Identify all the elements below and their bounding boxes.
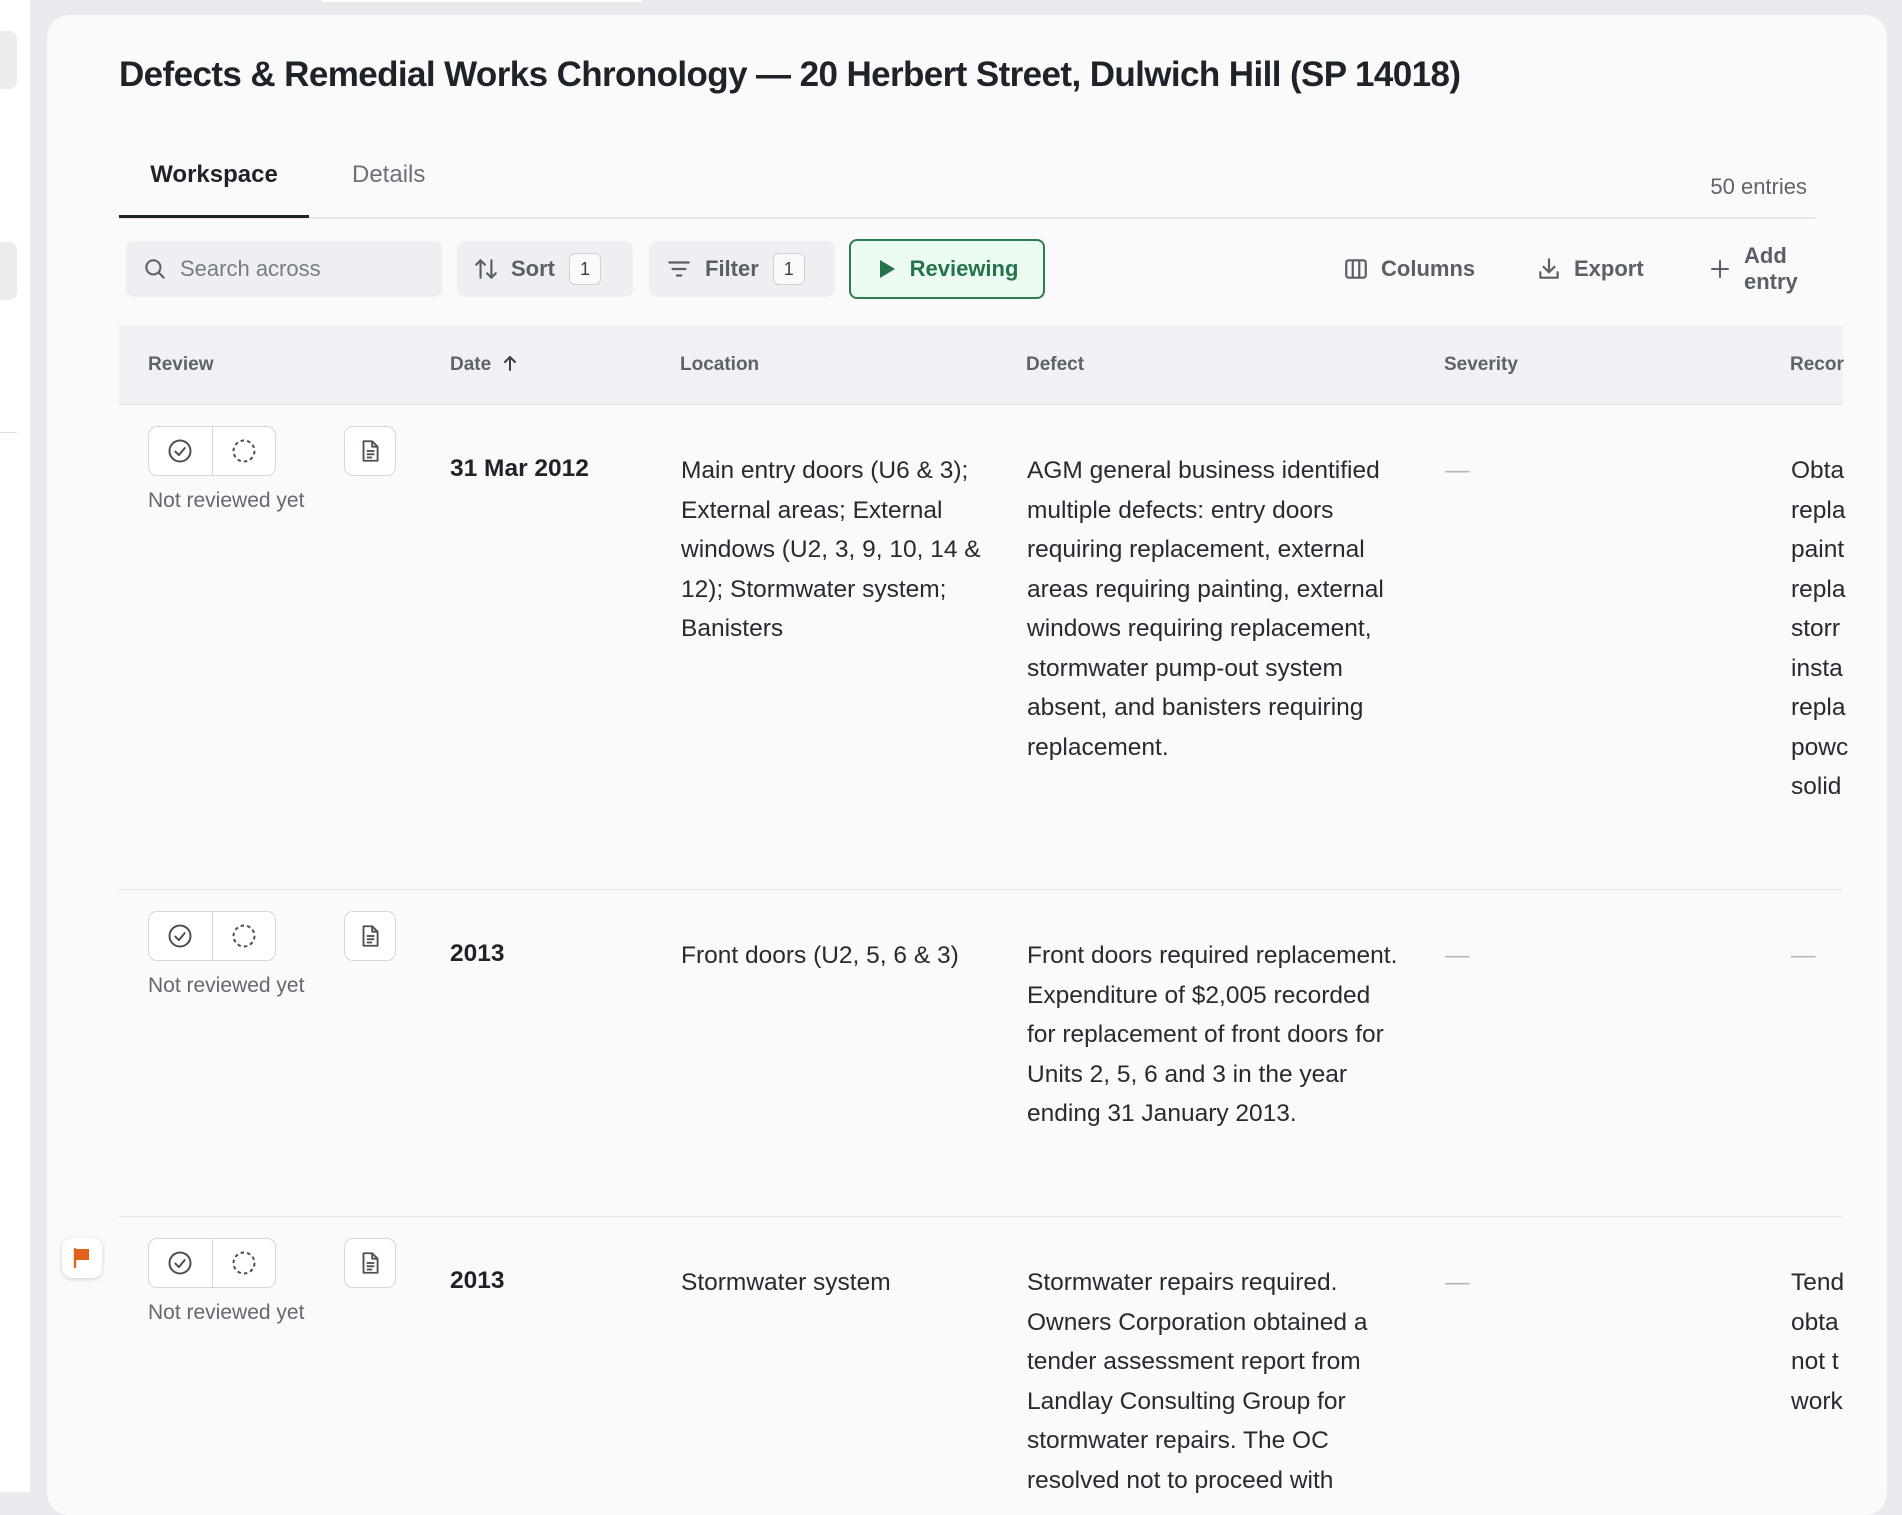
cell-recommendation: Tend obta not t work [1791,1269,1845,1415]
table-header: Review Date Location Defect Severity Rec… [119,326,1844,405]
column-header-date[interactable]: Date [450,354,518,376]
column-header-date-label: Date [450,354,492,375]
table-row[interactable]: Not reviewed yet 31 Mar 2012 Main entry … [119,405,1848,890]
add-entry-button[interactable]: Add entry [1708,241,1826,297]
left-rail [0,0,30,1492]
review-actions [148,1238,276,1288]
reviewing-label: Reviewing [909,256,1019,281]
column-header-location[interactable]: Location [680,354,759,376]
cell-defect: Stormwater repairs required. Owners Corp… [1027,1269,1368,1494]
review-status: Not reviewed yet [148,974,305,997]
arrow-up-icon [502,354,518,372]
sort-count-badge: 1 [569,253,601,285]
sort-icon [473,256,499,282]
columns-icon [1343,256,1369,282]
source-document-button[interactable] [344,1238,396,1288]
tab-workspace[interactable]: Workspace [119,161,309,218]
rail-nub-middle[interactable] [0,242,17,300]
export-button[interactable]: Export [1536,241,1644,297]
dashed-circle-icon [230,1249,258,1277]
cell-location: Front doors (U2, 5, 6 & 3) [681,942,959,969]
check-circle-icon [166,1249,194,1277]
sort-button[interactable]: Sort 1 [457,241,633,297]
column-header-defect[interactable]: Defect [1026,354,1084,376]
document-icon [357,922,383,950]
cell-severity: — [1445,942,1470,969]
columns-label: Columns [1381,256,1476,281]
top-strip [322,0,642,2]
approve-button[interactable] [149,1239,212,1287]
add-entry-label: Add entry [1744,243,1798,294]
filter-button[interactable]: Filter 1 [649,241,835,297]
tab-details[interactable]: Details [352,161,425,189]
pending-button[interactable] [211,912,276,960]
review-actions [148,911,276,961]
search-placeholder: Search across [180,256,321,281]
download-icon [1536,256,1562,282]
cell-location: Main entry doors (U6 & 3); External area… [681,457,981,642]
review-status: Not reviewed yet [148,489,305,512]
entry-count: 50 entries [1710,174,1807,199]
filter-label: Filter [705,256,759,281]
cell-date: 31 Mar 2012 [450,455,589,482]
filter-count-badge: 1 [772,253,805,285]
dashed-circle-icon [230,437,258,465]
check-circle-icon [166,922,194,950]
cell-recommendation: — [1791,942,1816,969]
rail-nub-top[interactable] [0,31,17,89]
cell-defect: Front doors required replacement. Expend… [1027,942,1398,1127]
plus-icon [1708,257,1732,281]
tab-bar: Workspace Details 50 entries [119,143,1815,219]
approve-button[interactable] [149,912,212,960]
source-document-button[interactable] [344,911,396,961]
cell-severity: — [1445,1269,1470,1296]
play-icon [876,257,898,281]
sort-label: Sort [511,256,555,281]
document-icon [357,1249,383,1277]
flag-button[interactable] [62,1238,102,1278]
export-label: Export [1574,256,1644,281]
filter-icon [665,256,693,282]
cell-defect: AGM general business identified multiple… [1027,457,1384,761]
pending-button[interactable] [211,427,276,475]
page-title: Defects & Remedial Works Chronology — 20… [119,55,1461,94]
main-card: Defects & Remedial Works Chronology — 20… [47,15,1887,1515]
check-circle-icon [166,437,194,465]
flag-icon [71,1246,93,1270]
cell-severity: — [1445,457,1470,484]
cell-location: Stormwater system [681,1269,891,1296]
approve-button[interactable] [149,427,212,475]
toolbar: Search across Sort 1 Filter 1 Reviewing [126,238,1826,300]
review-actions [148,426,276,476]
source-document-button[interactable] [344,426,396,476]
pending-button[interactable] [211,1239,276,1287]
table-row[interactable]: Not reviewed yet 2013 Front doors (U2, 5… [119,890,1843,1217]
search-icon [142,256,168,282]
review-status: Not reviewed yet [148,1301,305,1324]
dashed-circle-icon [230,922,258,950]
column-header-recommendation[interactable]: Recor [1790,354,1844,376]
table-row[interactable]: Not reviewed yet 2013 Stormwater system … [62,1217,1844,1515]
cell-date: 2013 [450,940,505,967]
document-icon [357,437,383,465]
cell-date: 2013 [450,1267,505,1294]
column-header-review[interactable]: Review [148,354,213,376]
reviewing-button[interactable]: Reviewing [849,239,1045,299]
search-input[interactable]: Search across [126,241,442,297]
columns-button[interactable]: Columns [1343,241,1475,297]
rail-divider [0,432,17,433]
entries-table: Review Date Location Defect Severity Rec… [62,326,1848,1515]
column-header-severity[interactable]: Severity [1444,354,1518,376]
cell-recommendation: Obta repla paint repla storr insta repla… [1791,457,1849,800]
